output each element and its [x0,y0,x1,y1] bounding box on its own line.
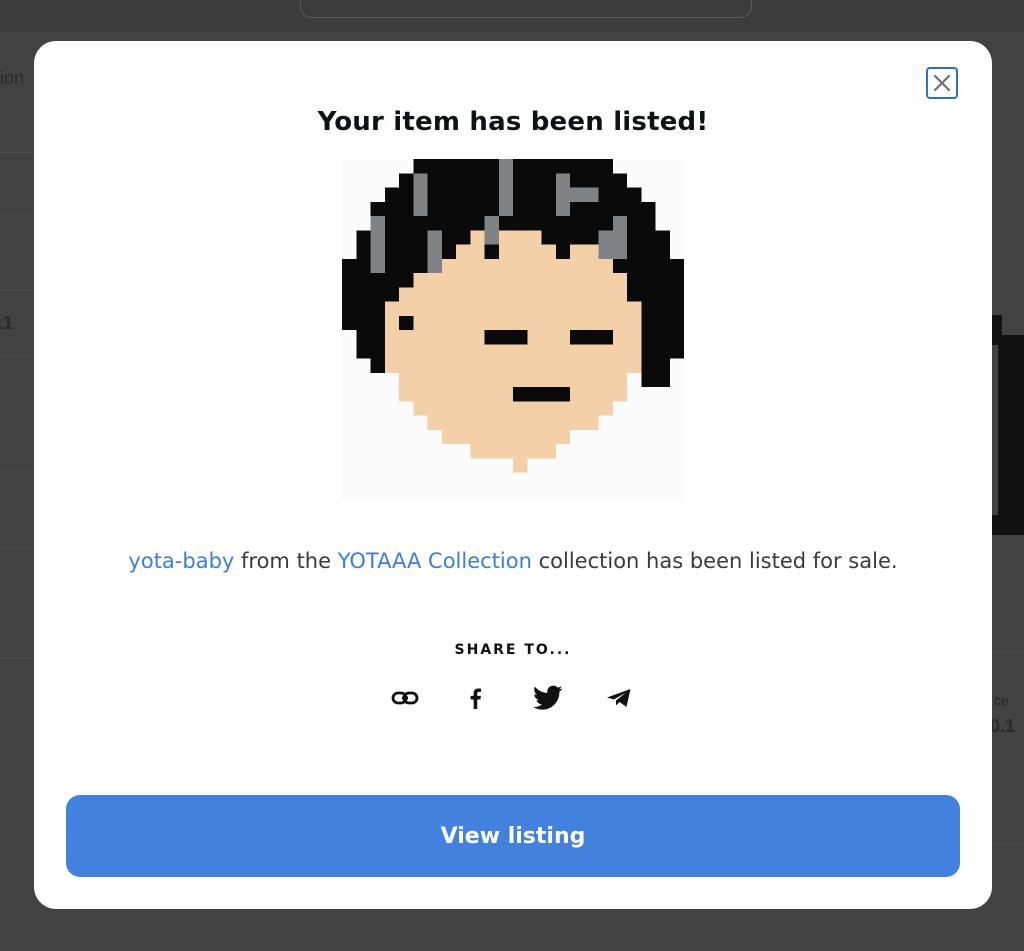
nft-image [342,159,684,501]
background-nft-fragment [992,315,1024,535]
listing-success-modal: Your item has been listed! yota-baby fro… [34,41,992,909]
background-text: ce [994,692,1009,708]
item-link[interactable]: yota-baby [128,549,234,573]
description-text: collection has been listed for sale. [531,549,898,573]
telegram-icon [607,689,631,707]
close-button[interactable] [926,67,958,99]
background-divider [990,652,1024,653]
listing-description: yota-baby from the YOTAAA Collection col… [34,549,992,573]
twitter-icon [533,685,563,710]
link-icon [391,691,419,705]
share-twitter-button[interactable] [531,681,565,715]
modal-title: Your item has been listed! [317,107,709,137]
view-listing-button[interactable]: View listing [66,795,960,877]
share-buttons [384,681,644,715]
share-facebook-button[interactable] [459,681,493,715]
description-text: from the [234,549,338,573]
share-label: SHARE TO... [454,642,572,658]
background-search-box [300,0,752,18]
share-link-button[interactable] [388,681,422,715]
background-text: .1 [0,313,14,333]
collection-link[interactable]: YOTAAA Collection [338,549,532,573]
background-text: ion [0,68,25,88]
facebook-icon [470,688,481,709]
background-text: 0.1 [990,716,1016,736]
share-telegram-button[interactable] [602,681,636,715]
background-divider [990,843,1024,844]
close-icon [933,74,951,92]
